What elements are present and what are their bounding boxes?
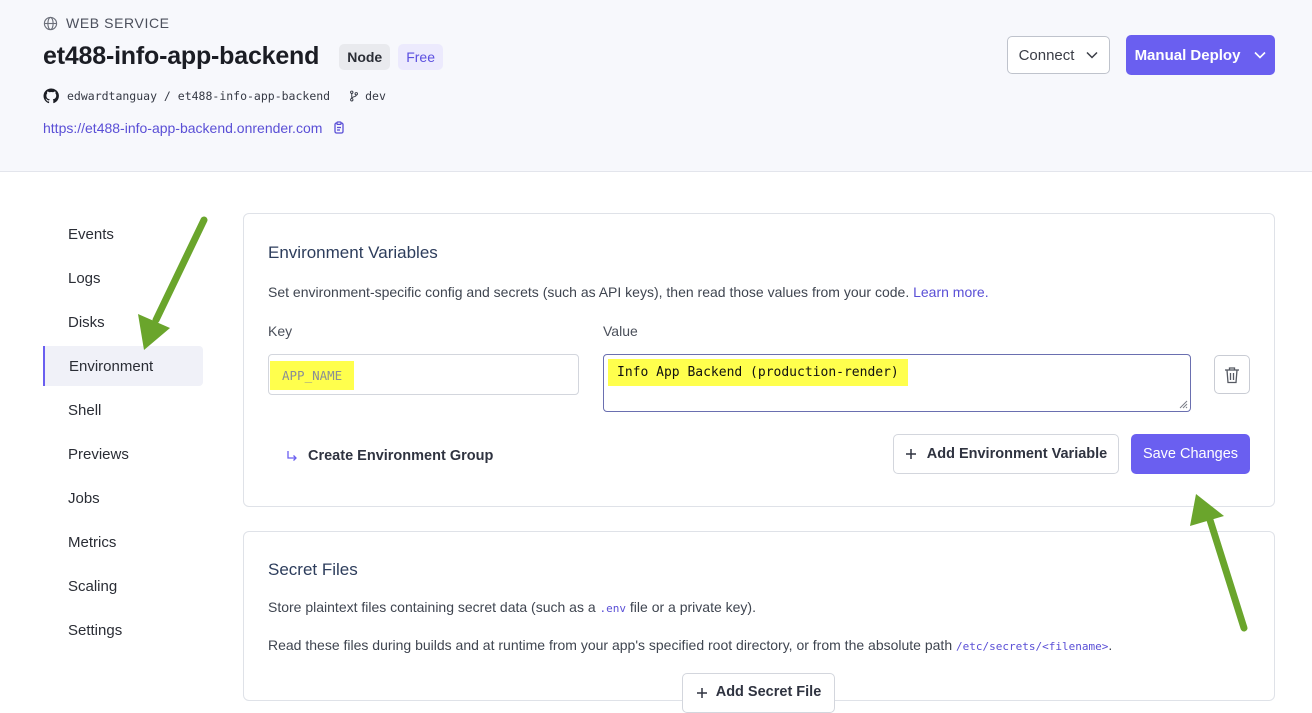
env-vars-description: Set environment-specific config and secr… <box>268 284 989 300</box>
url-row: https://et488-info-app-backend.onrender.… <box>43 120 346 136</box>
env-value-value: Info App Backend (production-render) <box>608 359 908 386</box>
return-arrow-icon <box>287 451 297 461</box>
create-environment-group-label: Create Environment Group <box>308 448 494 464</box>
env-key-input[interactable]: APP_NAME <box>268 354 579 395</box>
git-branch-icon <box>350 90 359 102</box>
save-changes-label: Save Changes <box>1142 446 1239 462</box>
sidebar-item-environment[interactable]: Environment <box>43 346 203 386</box>
env-key-value: APP_NAME <box>270 361 355 390</box>
chevron-down-icon <box>1086 51 1098 59</box>
add-secret-file-label: Add Secret File <box>715 684 822 700</box>
resize-handle-icon[interactable] <box>1178 399 1188 409</box>
sidebar-item-label: Settings <box>68 621 123 639</box>
env-vars-description-text: Set environment-specific config and secr… <box>268 284 910 300</box>
service-type-label: WEB SERVICE <box>66 15 170 31</box>
add-secret-file-button[interactable]: Add Secret File <box>682 673 835 713</box>
save-changes-button[interactable]: Save Changes <box>1131 434 1250 474</box>
plan-badge: Free <box>398 43 443 70</box>
title-row: et488-info-app-backend Node Free <box>43 42 451 71</box>
key-label: Key <box>268 323 293 339</box>
sidebar-item-label: Environment <box>69 357 154 375</box>
service-header: WEB SERVICE et488-info-app-backend Node … <box>0 0 1312 172</box>
repo-row: edwardtanguay / et488-info-app-backend d… <box>43 88 386 104</box>
sidebar-item-label: Disks <box>68 313 105 331</box>
secret-desc1-post: file or a private key). <box>629 599 756 615</box>
secret-desc2-pre: Read these files during builds and at ru… <box>268 637 953 653</box>
trash-icon <box>1225 366 1239 383</box>
sidebar-item-shell[interactable]: Shell <box>43 390 203 430</box>
create-environment-group-link[interactable]: Create Environment Group <box>286 448 493 464</box>
branch-name: dev <box>365 89 386 103</box>
sidebar-item-disks[interactable]: Disks <box>43 302 203 342</box>
manual-deploy-button[interactable]: Manual Deploy <box>1126 35 1275 75</box>
add-environment-variable-label: Add Environment Variable <box>926 446 1108 462</box>
globe-icon <box>43 16 58 30</box>
sidebar-item-label: Scaling <box>68 577 118 595</box>
secret-files-card: Secret Files Store plaintext files conta… <box>243 531 1275 713</box>
secret-desc2-post: . <box>1108 637 1113 653</box>
sidebar-item-label: Events <box>68 225 114 243</box>
sidebar-item-events[interactable]: Events <box>43 214 203 254</box>
branch: dev <box>348 89 386 103</box>
secret-desc1-pre: Store plaintext files containing secret … <box>268 599 596 615</box>
secret-files-description-1: Store plaintext files containing secret … <box>268 599 756 615</box>
env-file-code: .env <box>599 602 627 615</box>
service-name: et488-info-app-backend <box>43 42 320 70</box>
learn-more-link[interactable]: Learn more. <box>913 284 988 300</box>
connect-label: Connect <box>1018 46 1075 64</box>
plus-icon <box>905 449 916 459</box>
sidebar-item-label: Shell <box>68 401 102 419</box>
sidebar-item-settings[interactable]: Settings <box>43 610 203 650</box>
chevron-down-icon <box>1254 51 1266 59</box>
manual-deploy-label: Manual Deploy <box>1134 46 1241 64</box>
env-vars-title: Environment Variables <box>268 243 438 262</box>
sidebar-item-label: Previews <box>68 445 129 463</box>
sidebar-item-metrics[interactable]: Metrics <box>43 522 203 562</box>
secret-files-title: Secret Files <box>268 560 358 579</box>
github-icon <box>43 88 59 104</box>
runtime-badge: Node <box>339 43 391 70</box>
connect-button[interactable]: Connect <box>1007 36 1110 74</box>
repo-link[interactable]: edwardtanguay / et488-info-app-backend <box>67 89 330 103</box>
sidebar-item-logs[interactable]: Logs <box>43 258 203 298</box>
sidebar-item-jobs[interactable]: Jobs <box>43 478 203 518</box>
delete-variable-button[interactable] <box>1214 355 1250 394</box>
env-vars-card: Environment Variables Set environment-sp… <box>243 213 1275 507</box>
value-label: Value <box>603 323 638 339</box>
add-environment-variable-button[interactable]: Add Environment Variable <box>893 434 1119 474</box>
env-value-textarea[interactable]: Info App Backend (production-render) <box>603 354 1191 412</box>
secret-files-description-2: Read these files during builds and at ru… <box>268 637 1112 653</box>
secrets-path-code: /etc/secrets/<filename> <box>956 640 1109 653</box>
service-sidebar: Events Logs Disks Environment Shell Prev… <box>43 214 203 654</box>
sidebar-item-previews[interactable]: Previews <box>43 434 203 474</box>
sidebar-item-label: Jobs <box>68 489 100 507</box>
sidebar-item-label: Logs <box>68 269 101 287</box>
sidebar-item-scaling[interactable]: Scaling <box>43 566 203 606</box>
sidebar-item-label: Metrics <box>68 533 117 551</box>
service-url-link[interactable]: https://et488-info-app-backend.onrender.… <box>43 120 322 136</box>
service-type: WEB SERVICE <box>43 15 170 31</box>
plus-icon <box>696 688 707 698</box>
copy-icon[interactable] <box>332 121 346 135</box>
